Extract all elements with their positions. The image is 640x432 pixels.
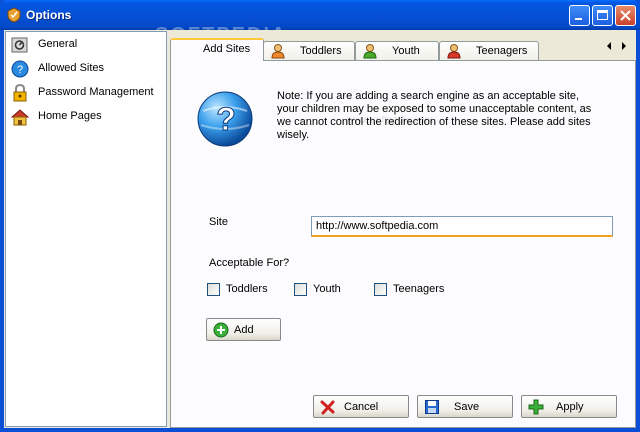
add-icon xyxy=(213,322,229,338)
apply-plus-icon xyxy=(528,399,544,415)
general-settings-icon xyxy=(11,37,28,53)
tab-youth[interactable]: Youth xyxy=(355,41,439,60)
tab-label: Add Sites xyxy=(203,43,251,55)
help-globe-icon: ? xyxy=(197,91,253,147)
add-button[interactable]: Add xyxy=(206,318,281,341)
tab-teenagers[interactable]: Teenagers xyxy=(439,41,539,60)
sidebar-item-label: Password Management xyxy=(38,86,154,98)
checkbox-box[interactable] xyxy=(207,283,220,296)
button-label: Save xyxy=(454,401,480,413)
save-disk-icon xyxy=(425,400,439,414)
maximize-icon xyxy=(597,10,608,20)
tab-toddlers[interactable]: Toddlers xyxy=(263,41,355,60)
button-label: Cancel xyxy=(344,401,379,413)
window-title: Options xyxy=(26,8,72,22)
options-window: Options SOFTPEDIA General xyxy=(0,0,640,432)
sidebar-item-allowed-sites[interactable]: ? Allowed Sites xyxy=(8,58,164,80)
close-button[interactable] xyxy=(615,5,636,26)
apply-button[interactable]: Apply xyxy=(521,395,617,418)
tab-strip: Add Sites Toddlers Youth Teenagers xyxy=(170,38,636,61)
sidebar-item-home-pages[interactable]: Home Pages xyxy=(8,106,164,128)
tab-label: Toddlers xyxy=(300,45,342,57)
warning-note: Note: If you are adding a search engine … xyxy=(277,90,592,141)
close-icon xyxy=(620,10,631,21)
minimize-icon xyxy=(575,18,582,20)
tab-add-sites[interactable]: Add Sites xyxy=(170,38,264,61)
maximize-button[interactable] xyxy=(592,5,613,26)
chevron-right-icon xyxy=(622,42,626,50)
sidebar-item-label: Allowed Sites xyxy=(38,62,105,74)
checkbox-label: Teenagers xyxy=(393,283,445,295)
tab-label: Teenagers xyxy=(476,45,528,57)
title-bar[interactable]: Options SOFTPEDIA xyxy=(0,0,640,46)
button-label: Add xyxy=(234,324,254,336)
checkbox-label: Youth xyxy=(313,283,341,295)
checkbox-box[interactable] xyxy=(294,283,307,296)
allowed-sites-icon: ? xyxy=(11,60,29,78)
add-sites-panel: www.softpedia.com ? Note: If you are add… xyxy=(170,60,636,428)
password-lock-icon xyxy=(13,83,27,102)
svg-text:?: ? xyxy=(216,101,236,137)
cancel-x-icon xyxy=(320,400,335,415)
window-client: General ? Allowed Sites Password Managem… xyxy=(4,30,636,428)
person-icon xyxy=(363,44,377,59)
site-label: Site xyxy=(209,216,228,228)
cancel-button[interactable]: Cancel xyxy=(313,395,409,418)
sidebar: General ? Allowed Sites Password Managem… xyxy=(5,31,167,427)
chevron-left-icon xyxy=(607,42,611,50)
checkbox-box[interactable] xyxy=(374,283,387,296)
home-icon xyxy=(10,109,30,126)
site-input[interactable] xyxy=(311,216,613,237)
checkbox-label: Toddlers xyxy=(226,283,268,295)
minimize-button[interactable] xyxy=(569,5,590,26)
person-icon xyxy=(447,44,461,59)
app-icon xyxy=(7,7,21,23)
svg-text:?: ? xyxy=(17,64,23,76)
tab-label: Youth xyxy=(392,45,420,57)
acceptable-for-label: Acceptable For? xyxy=(209,257,290,269)
sidebar-item-general[interactable]: General xyxy=(8,34,164,56)
sidebar-item-label: Home Pages xyxy=(38,110,102,122)
person-icon xyxy=(271,44,285,59)
sidebar-item-password-management[interactable]: Password Management xyxy=(8,82,164,104)
sidebar-item-label: General xyxy=(38,38,78,50)
tab-scroll-arrows[interactable] xyxy=(602,39,632,53)
save-button[interactable]: Save xyxy=(417,395,513,418)
button-label: Apply xyxy=(556,401,584,413)
